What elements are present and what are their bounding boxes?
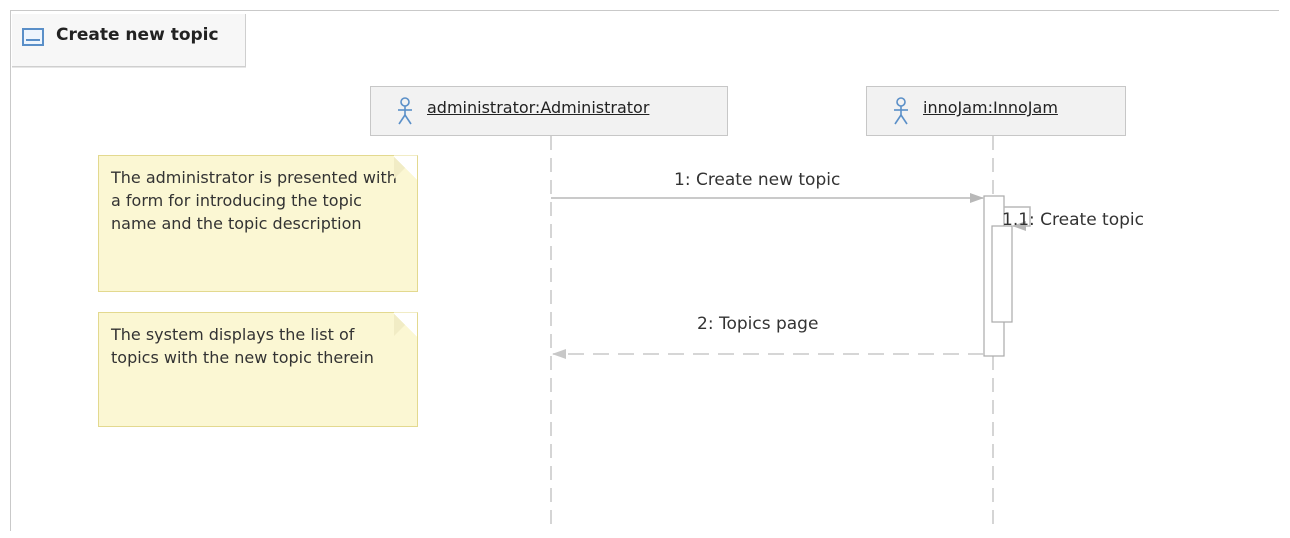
message-2-label: 2: Topics page	[697, 314, 819, 334]
lifeline-head-administrator[interactable]: administrator:Administrator	[370, 86, 728, 136]
message-1-label: 1: Create new topic	[674, 170, 841, 190]
lifeline-head-innojam[interactable]: innoJam:InnoJam	[866, 86, 1126, 136]
message-1-1-label: 1.1: Create topic	[1002, 210, 1144, 230]
activation-bar-nested	[991, 225, 1013, 323]
lifeline-name-administrator: administrator:Administrator	[427, 98, 650, 117]
actor-icon	[398, 97, 412, 125]
note-topic-list[interactable]: The system displays the list of topics w…	[98, 312, 418, 427]
note-form-description[interactable]: The administrator is presented with a fo…	[98, 155, 418, 292]
actor-icon	[894, 97, 908, 125]
lifeline-name-innojam: innoJam:InnoJam	[923, 98, 1058, 117]
